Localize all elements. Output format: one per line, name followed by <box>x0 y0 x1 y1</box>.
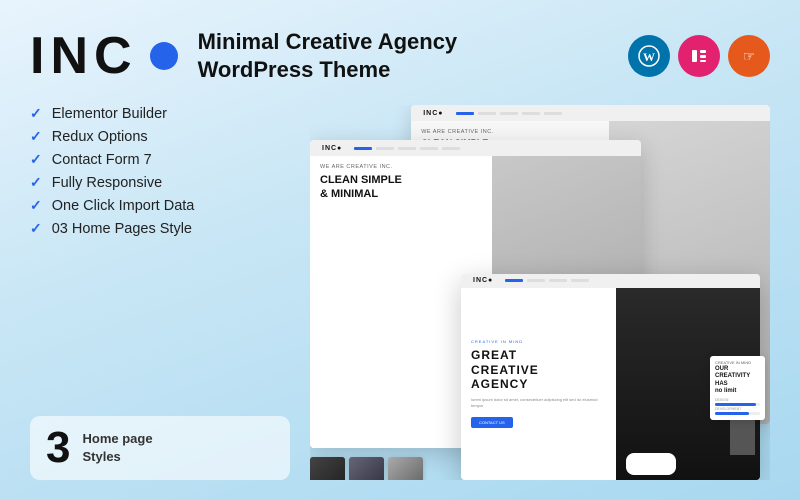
nav-link <box>398 147 416 150</box>
logo-text: INC <box>30 30 138 82</box>
feature-label: 03 Home Pages Style <box>52 221 192 237</box>
check-icon: ✓ <box>30 105 42 122</box>
bar-label-design: DESIGN <box>715 398 760 402</box>
design-bar-fill <box>715 403 756 406</box>
nav-link <box>442 147 460 150</box>
creativity-subtitle: CREATIVE IN MIND <box>715 360 760 365</box>
hero-title-2: CLEAN SIMPLE& MINIMAL <box>320 173 482 202</box>
title-area: Minimal Creative Agency WordPress Theme <box>198 28 458 83</box>
creativity-card: CREATIVE IN MIND OUR CREATIVITY HASno li… <box>710 356 765 420</box>
check-icon: ✓ <box>30 197 42 214</box>
screen-logo: INC● <box>423 110 443 117</box>
header: INC Minimal Creative Agency WordPress Th… <box>30 28 770 83</box>
thumbnail-2 <box>349 457 384 480</box>
nav-link <box>522 112 540 115</box>
bar-label-dev: DEVELOPMENT <box>715 407 760 411</box>
nav-link <box>505 279 523 282</box>
nav-links-3 <box>505 279 589 282</box>
wordpress-icon: W <box>628 35 670 77</box>
check-icon: ✓ <box>30 151 42 168</box>
nav-link <box>549 279 567 282</box>
screen-nav-2: INC● <box>310 140 641 156</box>
nav-links <box>456 112 562 115</box>
page-container: INC Minimal Creative Agency WordPress Th… <box>0 0 800 500</box>
list-item: ✓ 03 Home Pages Style <box>30 220 290 237</box>
list-item: ✓ Redux Options <box>30 128 290 145</box>
list-item: ✓ One Click Import Data <box>30 197 290 214</box>
nav-link <box>571 279 589 282</box>
front-left: CREATIVE IN MIND GREATCREATIVEAGENCY lor… <box>461 288 616 480</box>
front-cta: CONTACT US <box>471 417 513 428</box>
screen-nav-3: INC● <box>461 274 760 288</box>
agency-label: CREATIVE IN MIND <box>471 339 606 344</box>
thumbnail-row <box>310 457 423 480</box>
home-pages-badge: 3 Home page Styles <box>30 416 290 480</box>
front-desc: lorem ipsum dolor sit amet, consectetuer… <box>471 397 606 410</box>
development-bar <box>715 412 760 415</box>
hero-tagline-2: WE ARE CREATIVE INC. <box>320 164 482 170</box>
hero-tagline: WE ARE CREATIVE INC. <box>421 129 598 135</box>
product-title: Minimal Creative Agency WordPress Theme <box>198 28 458 83</box>
feature-label: Contact Form 7 <box>52 152 152 168</box>
screen-logo-3: INC● <box>473 277 493 284</box>
nav-link <box>500 112 518 115</box>
badge-number: 3 <box>46 426 70 470</box>
list-item: ✓ Contact Form 7 <box>30 151 290 168</box>
main-content: ✓ Elementor Builder ✓ Redux Options ✓ Co… <box>30 105 770 480</box>
thumbnail-3 <box>388 457 423 480</box>
development-bar-fill <box>715 412 749 415</box>
list-item: ✓ Fully Responsive <box>30 174 290 191</box>
feature-label: Fully Responsive <box>52 175 162 191</box>
svg-text:☞: ☞ <box>743 48 756 64</box>
nav-link <box>354 147 372 150</box>
left-panel: ✓ Elementor Builder ✓ Redux Options ✓ Co… <box>30 105 290 480</box>
preview-container: INC● WE ARE CREATIVE INC. CLEAN SIMP <box>310 105 770 480</box>
nav-link <box>544 112 562 115</box>
nav-link <box>456 112 474 115</box>
design-bar <box>715 403 760 406</box>
feature-label: Redux Options <box>52 129 148 145</box>
list-item: ✓ Elementor Builder <box>30 105 290 122</box>
nav-links-2 <box>354 147 460 150</box>
nav-link <box>527 279 545 282</box>
nav-link <box>478 112 496 115</box>
badge-text: Home page Styles <box>82 430 152 466</box>
logo-dot <box>150 42 178 70</box>
right-panel: INC● WE ARE CREATIVE INC. CLEAN SIMP <box>310 105 770 480</box>
check-icon: ✓ <box>30 220 42 237</box>
nav-link <box>420 147 438 150</box>
screen-logo-2: INC● <box>322 145 342 152</box>
feature-label: Elementor Builder <box>52 106 167 122</box>
front-title: GREATCREATIVEAGENCY <box>471 348 606 391</box>
nav-link <box>376 147 394 150</box>
check-icon: ✓ <box>30 174 42 191</box>
creativity-title: OUR CREATIVITY HASno limit <box>715 366 760 395</box>
feature-label: One Click Import Data <box>52 198 195 214</box>
svg-text:W: W <box>643 50 655 64</box>
screen-nav: INC● <box>411 105 770 121</box>
touch-icon: ☞ <box>728 35 770 77</box>
platform-icons: W ☞ <box>628 35 770 77</box>
check-icon: ✓ <box>30 128 42 145</box>
thumbnail-1 <box>310 457 345 480</box>
elementor-icon <box>678 35 720 77</box>
logo-area: INC <box>30 30 178 82</box>
features-list: ✓ Elementor Builder ✓ Redux Options ✓ Co… <box>30 105 290 237</box>
